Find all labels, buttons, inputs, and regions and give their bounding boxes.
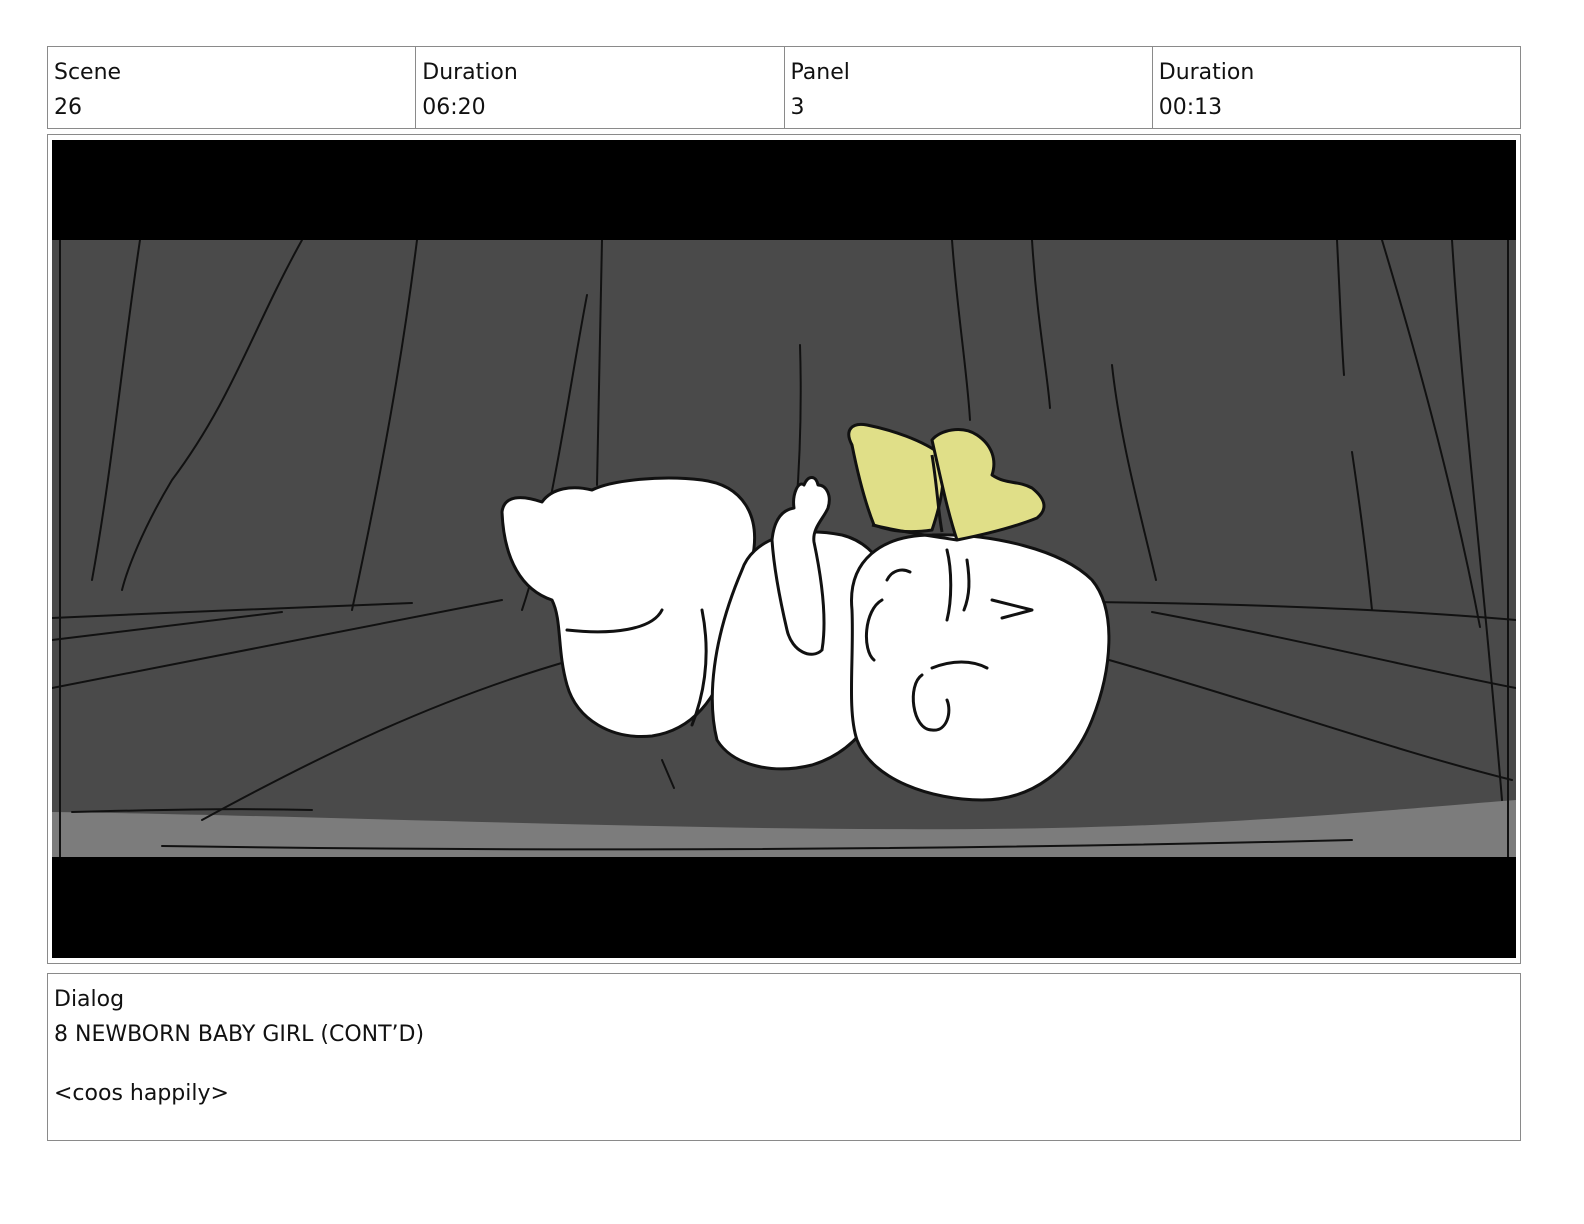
dialog-direction-line: <coos happily> — [54, 1081, 229, 1106]
scene-value: 26 — [54, 95, 82, 120]
dialog-spacer — [54, 1052, 1514, 1076]
scene-cell: Scene 26 — [48, 47, 417, 128]
panel-duration-cell: Duration 00:13 — [1153, 47, 1520, 128]
scene-info-header: Scene 26 Duration 06:20 Panel 3 Duration… — [47, 46, 1521, 129]
scene-duration-value: 06:20 — [422, 95, 486, 120]
panel-value: 3 — [790, 95, 805, 120]
letterbox-top — [52, 140, 1516, 240]
letterbox-bottom — [52, 857, 1516, 958]
scene-duration-cell: Duration 06:20 — [416, 47, 785, 128]
panel-label: Panel — [790, 60, 850, 85]
dialog-character-line: 8 NEWBORN BABY GIRL (CONT’D) — [54, 1022, 425, 1047]
dialog-box: Dialog 8 NEWBORN BABY GIRL (CONT’D) <coo… — [47, 973, 1521, 1141]
storyboard-sketch-image — [52, 140, 1516, 958]
panel-duration-label: Duration — [1158, 60, 1255, 85]
scene-duration-label: Duration — [422, 60, 518, 85]
storyboard-panel-frame — [47, 134, 1521, 964]
panel-cell: Panel 3 — [785, 47, 1153, 128]
dialog-label: Dialog — [54, 987, 125, 1012]
scene-label: Scene — [54, 60, 122, 85]
panel-duration-value: 00:13 — [1158, 95, 1223, 120]
